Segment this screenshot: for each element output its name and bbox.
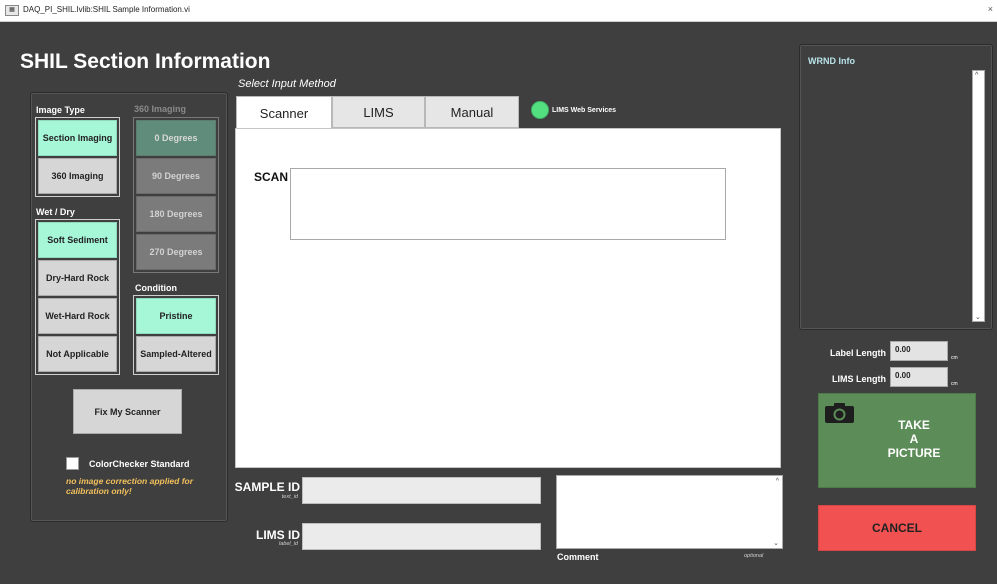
- degrees-180-button[interactable]: 180 Degrees: [136, 196, 216, 232]
- scan-label: SCAN: [254, 170, 289, 184]
- take-picture-label: TAKE A PICTURE: [855, 418, 973, 460]
- not-applicable-button[interactable]: Not Applicable: [38, 336, 117, 372]
- fix-my-scanner-button[interactable]: Fix My Scanner: [73, 389, 182, 434]
- label-length-label: Label Length: [830, 348, 886, 358]
- sample-id-input[interactable]: [302, 477, 541, 504]
- colorchecker-note: no image correction applied for calibrat…: [66, 476, 194, 496]
- chevron-down-icon[interactable]: ⌄: [773, 539, 779, 547]
- sample-id-sublabel: text_id: [281, 494, 298, 500]
- chevron-up-icon[interactable]: ^: [975, 72, 978, 79]
- scan-input[interactable]: [290, 168, 726, 240]
- cancel-button[interactable]: CANCEL: [818, 505, 976, 551]
- label-length-unit: cm: [951, 355, 958, 361]
- pristine-button[interactable]: Pristine: [136, 298, 216, 334]
- wet-dry-label: Wet / Dry: [36, 207, 75, 217]
- window-titlebar: ▦ DAQ_PI_SHIL.lvlib:SHIL Sample Informat…: [0, 0, 997, 22]
- colorchecker-checkbox[interactable]: [66, 457, 79, 470]
- comment-optional-label: optional: [744, 553, 764, 559]
- label-length-input[interactable]: 0.00: [890, 341, 948, 361]
- lims-id-sublabel: label_id: [279, 541, 298, 547]
- image-type-360-imaging-button[interactable]: 360 Imaging: [38, 158, 117, 194]
- lims-length-unit: cm: [951, 381, 958, 387]
- window-title: DAQ_PI_SHIL.lvlib:SHIL Sample Informatio…: [23, 5, 190, 14]
- colorchecker-label: ColorChecker Standard: [89, 459, 190, 469]
- soft-sediment-button[interactable]: Soft Sediment: [38, 222, 117, 258]
- tab-lims[interactable]: LIMS: [332, 96, 425, 128]
- image-type-label: Image Type: [36, 105, 85, 115]
- chevron-up-icon[interactable]: ^: [776, 478, 779, 485]
- imaging-360-label: 360 Imaging: [134, 104, 187, 114]
- wet-hard-rock-button[interactable]: Wet-Hard Rock: [38, 298, 117, 334]
- lims-id-label: LIMS ID: [256, 528, 300, 542]
- lims-length-label: LIMS Length: [832, 374, 886, 384]
- condition-label: Condition: [135, 283, 177, 293]
- dry-hard-rock-button[interactable]: Dry-Hard Rock: [38, 260, 117, 296]
- condition-group: Pristine Sampled-Altered: [133, 295, 219, 375]
- wet-dry-group: Soft Sediment Dry-Hard Rock Wet-Hard Roc…: [35, 219, 120, 375]
- camera-icon: [825, 403, 854, 423]
- comment-textarea[interactable]: ^ ⌄: [556, 475, 783, 549]
- lims-id-input[interactable]: [302, 523, 541, 550]
- window-close-icon[interactable]: ×: [988, 4, 993, 14]
- select-input-method-label: Select Input Method: [238, 78, 336, 90]
- chevron-down-icon[interactable]: ⌄: [975, 313, 981, 321]
- take-picture-line: PICTURE: [887, 446, 941, 460]
- sample-id-label: SAMPLE ID: [234, 480, 300, 494]
- wrnd-info-label: WRND Info: [808, 56, 855, 66]
- degrees-0-button[interactable]: 0 Degrees: [136, 120, 216, 156]
- lims-web-services-label: LIMS Web Services: [552, 107, 617, 114]
- tab-manual[interactable]: Manual: [425, 96, 519, 128]
- comment-label: Comment: [557, 552, 599, 562]
- tab-scanner[interactable]: Scanner: [236, 96, 332, 130]
- image-type-section-imaging-button[interactable]: Section Imaging: [38, 120, 117, 156]
- take-picture-line: A: [909, 432, 919, 446]
- imaging-360-group: 0 Degrees 90 Degrees 180 Degrees 270 Deg…: [133, 117, 219, 273]
- lims-length-input[interactable]: 0.00: [890, 367, 948, 387]
- labview-app-icon: ▦: [5, 5, 19, 16]
- wrnd-scrollbar[interactable]: ^ ⌄: [972, 70, 985, 322]
- degrees-90-button[interactable]: 90 Degrees: [136, 158, 216, 194]
- sampled-altered-button[interactable]: Sampled-Altered: [136, 336, 216, 372]
- take-picture-line: TAKE: [898, 418, 930, 432]
- image-type-group: Section Imaging 360 Imaging: [35, 117, 120, 197]
- wrnd-info-panel: [799, 44, 993, 330]
- page-title: SHIL Section Information: [20, 50, 271, 73]
- lims-status-indicator: [531, 101, 549, 119]
- degrees-270-button[interactable]: 270 Degrees: [136, 234, 216, 270]
